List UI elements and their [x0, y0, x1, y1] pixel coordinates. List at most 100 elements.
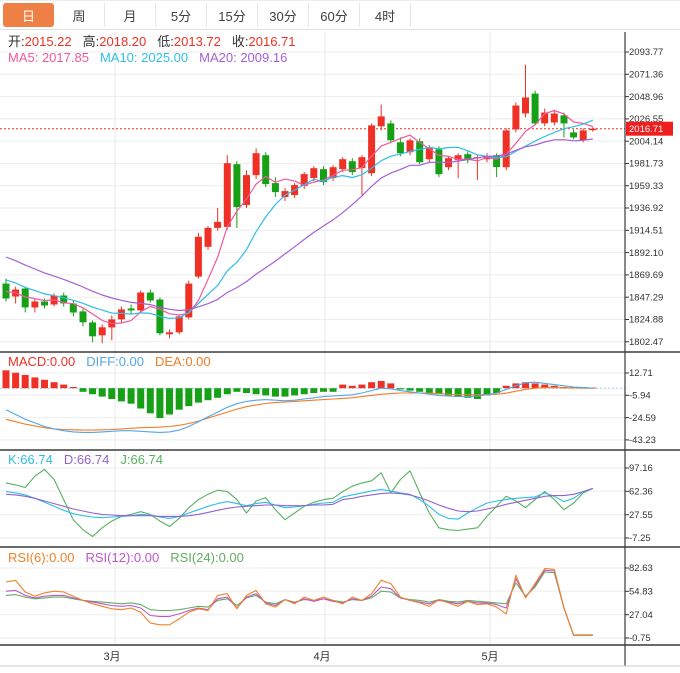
macd-bar: [12, 373, 19, 389]
macd-bar: [291, 388, 298, 395]
tab-day[interactable]: 日: [3, 3, 54, 27]
tab-30min[interactable]: 30分: [258, 3, 309, 27]
y-tick-label: -24.59: [629, 413, 656, 424]
macd-bar: [349, 386, 356, 388]
tab-month[interactable]: 月: [105, 3, 156, 27]
macd-bar: [368, 382, 375, 388]
macd-bar: [301, 388, 308, 394]
candle[interactable]: [310, 168, 317, 178]
candle[interactable]: [137, 293, 144, 311]
macd-bar: [407, 388, 414, 390]
candle[interactable]: [397, 142, 404, 153]
y-tick-label: 1847.29: [629, 292, 663, 303]
timeframe-tabbar: 日 周 月 5分 15分 30分 60分 4时: [0, 0, 680, 30]
kline-chart-app: 日 周 月 5分 15分 30分 60分 4时 2093.772071.3620…: [0, 0, 680, 673]
macd-bar: [310, 388, 317, 393]
y-tick-label: 97.16: [629, 463, 653, 474]
y-tick-label: 12.71: [629, 368, 653, 379]
macd-bar: [137, 388, 144, 408]
macd-bar: [22, 375, 29, 388]
candle[interactable]: [195, 237, 202, 277]
candle[interactable]: [166, 332, 173, 334]
y-tick-label: 2071.36: [629, 70, 663, 81]
y-tick-label: 2004.14: [629, 136, 663, 147]
macd-bar: [128, 388, 135, 404]
candle[interactable]: [532, 94, 539, 124]
candle[interactable]: [31, 302, 38, 308]
candle[interactable]: [358, 157, 365, 168]
macd-bar: [233, 388, 240, 392]
candle[interactable]: [80, 311, 87, 322]
candle[interactable]: [272, 183, 279, 192]
y-tick-label: -7.25: [629, 533, 651, 544]
macd-bar: [397, 388, 404, 389]
tab-week[interactable]: 周: [54, 3, 105, 27]
macd-bar: [532, 383, 539, 388]
candle[interactable]: [205, 228, 212, 247]
macd-bar: [253, 388, 260, 394]
candle[interactable]: [176, 316, 183, 332]
kline-svg[interactable]: 2093.772071.362048.962026.552004.141981.…: [0, 30, 680, 673]
y-tick-label: 1981.73: [629, 159, 663, 170]
candle[interactable]: [339, 159, 346, 169]
candle[interactable]: [233, 164, 240, 207]
macd-bar: [330, 388, 337, 392]
macd-bar: [262, 388, 269, 395]
macd-bar: [205, 388, 212, 400]
chart-area: 2093.772071.362048.962026.552004.141981.…: [0, 30, 680, 673]
macd-bar: [89, 388, 96, 394]
candle[interactable]: [262, 155, 269, 184]
candle[interactable]: [118, 309, 125, 319]
candle[interactable]: [99, 327, 106, 335]
price-marker-value: 2016.71: [629, 124, 663, 135]
y-tick-label: 27.55: [629, 510, 653, 521]
candle[interactable]: [128, 308, 135, 310]
candle[interactable]: [551, 114, 558, 123]
candle[interactable]: [522, 98, 529, 114]
macd-bar: [416, 388, 423, 392]
candle[interactable]: [243, 175, 250, 205]
macd-bar: [31, 377, 38, 388]
macd-bar: [503, 386, 510, 388]
macd-bar: [41, 380, 48, 388]
macd-bar: [243, 388, 250, 393]
y-tick-label: 1914.51: [629, 226, 663, 237]
macd-bar: [426, 388, 433, 393]
candle[interactable]: [214, 222, 221, 228]
macd-bar: [176, 388, 183, 410]
macd-bar: [320, 388, 327, 392]
candle[interactable]: [503, 130, 510, 167]
candle[interactable]: [147, 293, 154, 301]
candle[interactable]: [378, 116, 385, 126]
x-axis-month-label: 3月: [103, 651, 120, 663]
tab-60min[interactable]: 60分: [309, 3, 360, 27]
macd-bar: [80, 388, 87, 392]
macd-bar: [166, 388, 173, 414]
candle[interactable]: [589, 129, 596, 131]
y-tick-label: 82.63: [629, 563, 653, 574]
tab-4hour[interactable]: 4时: [360, 3, 411, 27]
macd-bar: [339, 385, 346, 389]
candle[interactable]: [512, 106, 519, 130]
y-tick-label: 27.04: [629, 610, 653, 621]
macd-bar: [387, 383, 394, 388]
y-tick-label: 1892.10: [629, 248, 663, 259]
x-axis-month-label: 4月: [313, 651, 330, 663]
candle[interactable]: [570, 132, 577, 137]
macd-bar: [224, 388, 231, 394]
candle[interactable]: [224, 163, 231, 227]
candle[interactable]: [41, 302, 48, 306]
candle[interactable]: [253, 153, 260, 175]
macd-bar: [70, 387, 77, 388]
tab-5min[interactable]: 5分: [156, 3, 207, 27]
candle[interactable]: [580, 130, 587, 140]
tab-15min[interactable]: 15分: [207, 3, 258, 27]
macd-bar: [214, 388, 221, 398]
candle[interactable]: [89, 322, 96, 336]
y-tick-label: 1869.69: [629, 270, 663, 281]
macd-bar: [272, 388, 279, 396]
candle[interactable]: [387, 123, 394, 140]
candle[interactable]: [3, 284, 10, 299]
y-tick-label: 1936.92: [629, 203, 663, 214]
y-tick-label: 1824.88: [629, 315, 663, 326]
